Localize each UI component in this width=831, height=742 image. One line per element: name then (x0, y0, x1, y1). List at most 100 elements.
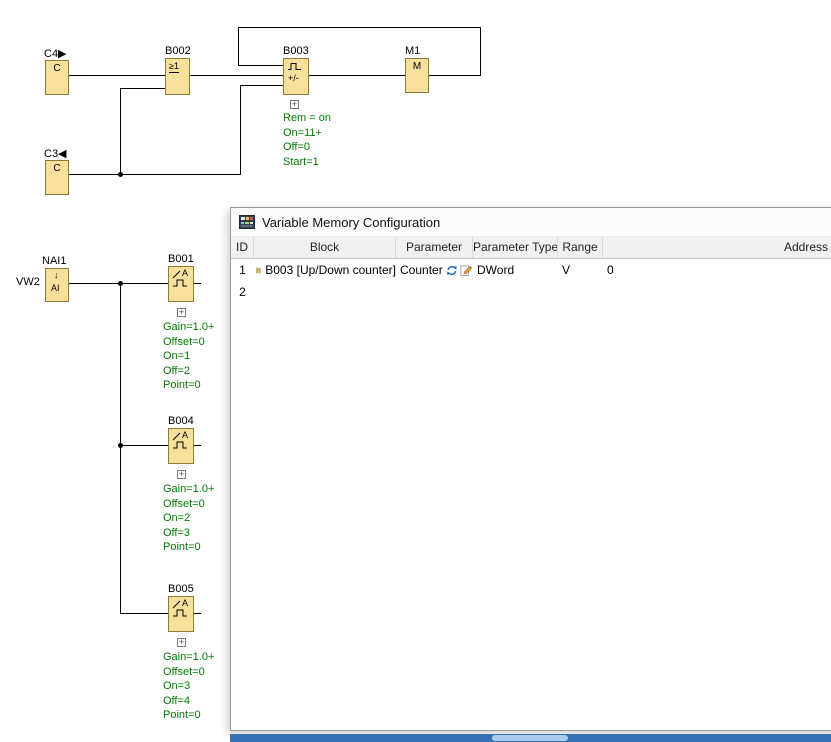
block-label-b001: B001 (168, 253, 194, 265)
param-line: Offset=0 (163, 335, 214, 350)
output-stub (194, 445, 201, 446)
param-line: On=1 (163, 349, 214, 364)
wire[interactable] (238, 65, 283, 66)
param-line: Point=0 (163, 540, 214, 555)
cell-id[interactable]: 2 (231, 285, 254, 299)
analog-symbol-letter: A (182, 598, 188, 608)
params-b003: Rem = on On=11+ Off=0 Start=1 (283, 111, 331, 169)
wire[interactable] (69, 75, 165, 76)
wire[interactable] (238, 27, 481, 28)
column-header-range[interactable]: Range (558, 237, 603, 259)
column-header-block[interactable]: Block (254, 237, 396, 259)
wire[interactable] (480, 27, 481, 76)
column-header-parameter-type[interactable]: Parameter Type (473, 237, 558, 259)
connector-label-c3: C3◀ (44, 147, 67, 160)
wire[interactable] (309, 75, 405, 76)
wire[interactable] (240, 85, 283, 86)
or-gate-symbol: ≥1 (169, 61, 179, 73)
connector-label-c4: C4▶ (44, 47, 67, 60)
cell-parameter-type[interactable]: DWord (473, 263, 558, 277)
column-header-id[interactable]: ID (231, 237, 254, 259)
cursor-key-symbol: C (46, 163, 68, 174)
flag-symbol: M (406, 61, 428, 72)
cell-block[interactable]: B003 [Up/Down counter] (254, 263, 396, 277)
counter-symbol: +/- (288, 73, 299, 83)
cell-range[interactable]: V (558, 263, 603, 277)
params-b004: Gain=1.0+ Offset=0 On=2 Off=3 Point=0 (163, 482, 214, 555)
block-label-m1: M1 (405, 45, 420, 57)
block-b005-analog-trigger[interactable]: A (168, 596, 194, 632)
expand-params-icon[interactable]: + (177, 638, 186, 647)
wire-junction (118, 281, 123, 286)
dialog-title: Variable Memory Configuration (262, 215, 440, 230)
block-label-b004: B004 (168, 415, 194, 427)
param-line: Point=0 (163, 378, 214, 393)
table-row[interactable]: 1 B003 [Up/Down counter] Counter (231, 259, 831, 281)
analog-symbol-letter: A (182, 268, 188, 278)
block-b004-analog-trigger[interactable]: A (168, 428, 194, 464)
horizontal-scrollbar[interactable] (230, 734, 831, 742)
block-b003-counter[interactable]: +/- (283, 58, 309, 95)
block-label-b002: B002 (165, 45, 191, 57)
param-line: Off=0 (283, 140, 331, 155)
expand-params-icon[interactable]: + (290, 100, 299, 109)
refresh-icon[interactable] (446, 264, 458, 277)
wire[interactable] (69, 174, 240, 175)
block-b001-analog-trigger[interactable]: A (168, 266, 194, 302)
parameter-text: Counter (400, 263, 443, 277)
param-line: Offset=0 (163, 497, 214, 512)
param-line: Gain=1.0+ (163, 482, 214, 497)
wire[interactable] (120, 283, 121, 614)
wire[interactable] (120, 88, 121, 175)
param-line: Off=2 (163, 364, 214, 379)
block-m1-flag[interactable]: M (405, 58, 429, 93)
column-header-address[interactable]: Address (603, 237, 831, 259)
block-reference-text: B003 [Up/Down counter] (265, 263, 396, 277)
wire[interactable] (240, 85, 241, 175)
param-line: Offset=0 (163, 665, 214, 680)
edit-icon[interactable] (460, 263, 473, 277)
table-row[interactable]: 2 (231, 281, 831, 303)
variable-memory-dialog: Variable Memory Configuration ID Block P… (230, 207, 831, 731)
cell-address[interactable]: 0 (603, 263, 831, 277)
wire[interactable] (120, 88, 165, 89)
analog-input-symbol: AI (51, 283, 60, 293)
wire-junction (118, 443, 123, 448)
param-line: Point=0 (163, 708, 214, 723)
param-line: On=2 (163, 511, 214, 526)
column-header-parameter[interactable]: Parameter (396, 237, 473, 259)
block-label-nai1: NAI1 (42, 255, 66, 267)
block-c4[interactable]: C (45, 60, 69, 95)
param-line: Off=4 (163, 694, 214, 709)
block-mini-icon (256, 264, 261, 277)
param-line: Start=1 (283, 155, 331, 170)
cell-parameter[interactable]: Counter (396, 263, 473, 277)
operand-label-vw2: VW2 (16, 276, 40, 288)
block-label-b003: B003 (283, 45, 309, 57)
wire[interactable] (190, 75, 283, 76)
expand-params-icon[interactable]: + (177, 308, 186, 317)
output-stub (194, 613, 201, 614)
param-line: Gain=1.0+ (163, 650, 214, 665)
param-line: Rem = on (283, 111, 331, 126)
analog-symbol-letter: A (182, 430, 188, 440)
table-header: ID Block Parameter Parameter Type Range … (231, 237, 831, 259)
wire[interactable] (120, 613, 168, 614)
block-c3[interactable]: C (45, 160, 69, 195)
expand-params-icon[interactable]: + (177, 470, 186, 479)
wire[interactable] (238, 27, 239, 65)
cell-id[interactable]: 1 (231, 263, 254, 277)
wire[interactable] (120, 445, 168, 446)
params-b001: Gain=1.0+ Offset=0 On=1 Off=2 Point=0 (163, 320, 214, 393)
block-nai1-analog-input[interactable]: ↓ AI (45, 268, 69, 302)
counter-waveform-icon (287, 62, 303, 71)
param-line: Off=3 (163, 526, 214, 541)
param-line: Gain=1.0+ (163, 320, 214, 335)
cursor-key-symbol: C (46, 63, 68, 74)
dialog-titlebar[interactable]: Variable Memory Configuration (231, 208, 831, 237)
wire[interactable] (429, 75, 480, 76)
block-b002-or[interactable]: ≥1 (165, 58, 190, 95)
dialog-icon (239, 214, 255, 230)
scrollbar-thumb[interactable] (492, 735, 568, 741)
params-b005: Gain=1.0+ Offset=0 On=3 Off=4 Point=0 (163, 650, 214, 723)
